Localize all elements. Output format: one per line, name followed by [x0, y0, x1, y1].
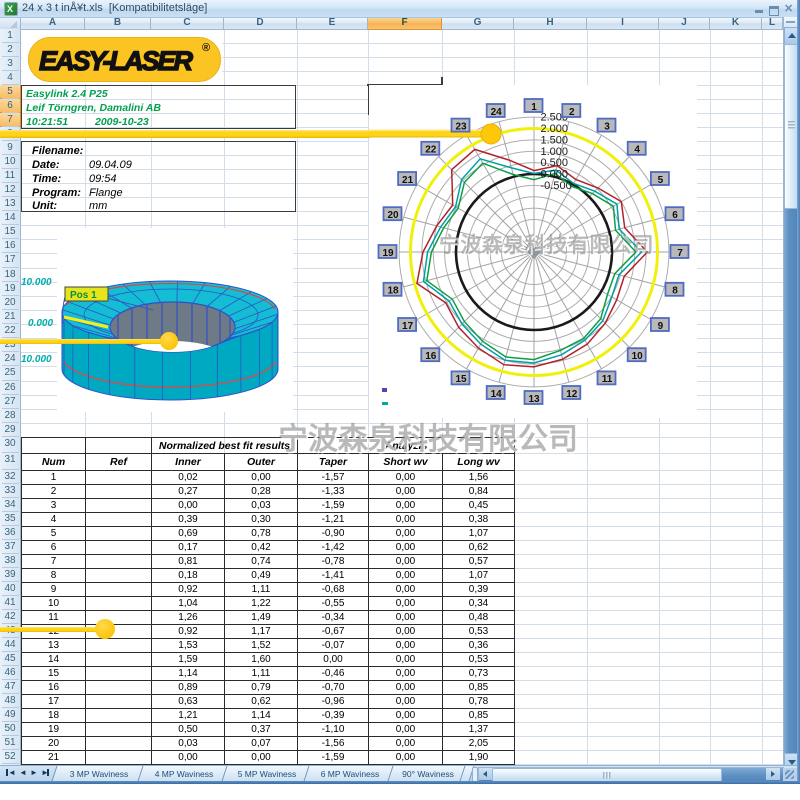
svg-text:-0.500: -0.500 — [541, 180, 572, 192]
svg-text:10: 10 — [632, 351, 644, 362]
svg-text:22: 22 — [425, 145, 437, 156]
svg-text:1: 1 — [531, 102, 537, 113]
svg-text:15: 15 — [455, 374, 467, 385]
svg-text:2: 2 — [569, 107, 575, 118]
svg-text:1.500: 1.500 — [541, 134, 569, 146]
svg-text:Pos 1: Pos 1 — [70, 290, 97, 301]
svg-text:7: 7 — [677, 248, 683, 259]
svg-text:16: 16 — [425, 351, 437, 362]
svg-text:24: 24 — [491, 107, 503, 118]
svg-text:19: 19 — [382, 248, 394, 259]
svg-text:6: 6 — [672, 210, 678, 221]
svg-text:18: 18 — [387, 286, 399, 297]
svg-text:12: 12 — [566, 389, 578, 400]
svg-text:8: 8 — [672, 286, 678, 297]
svg-text:9: 9 — [658, 321, 664, 332]
svg-text:21: 21 — [402, 175, 414, 186]
svg-text:14: 14 — [491, 389, 503, 400]
svg-text:0.000: 0.000 — [541, 169, 569, 181]
svg-text:0.500: 0.500 — [541, 157, 569, 169]
svg-text:20: 20 — [387, 210, 399, 221]
svg-text:5: 5 — [658, 175, 664, 186]
svg-text:2.000: 2.000 — [541, 123, 569, 135]
svg-text:3: 3 — [604, 121, 610, 132]
svg-text:4: 4 — [634, 145, 640, 156]
svg-text:17: 17 — [402, 321, 414, 332]
svg-text:13: 13 — [528, 394, 540, 405]
svg-text:23: 23 — [455, 121, 467, 132]
svg-text:11: 11 — [602, 374, 613, 385]
svg-text:1.000: 1.000 — [541, 146, 569, 158]
